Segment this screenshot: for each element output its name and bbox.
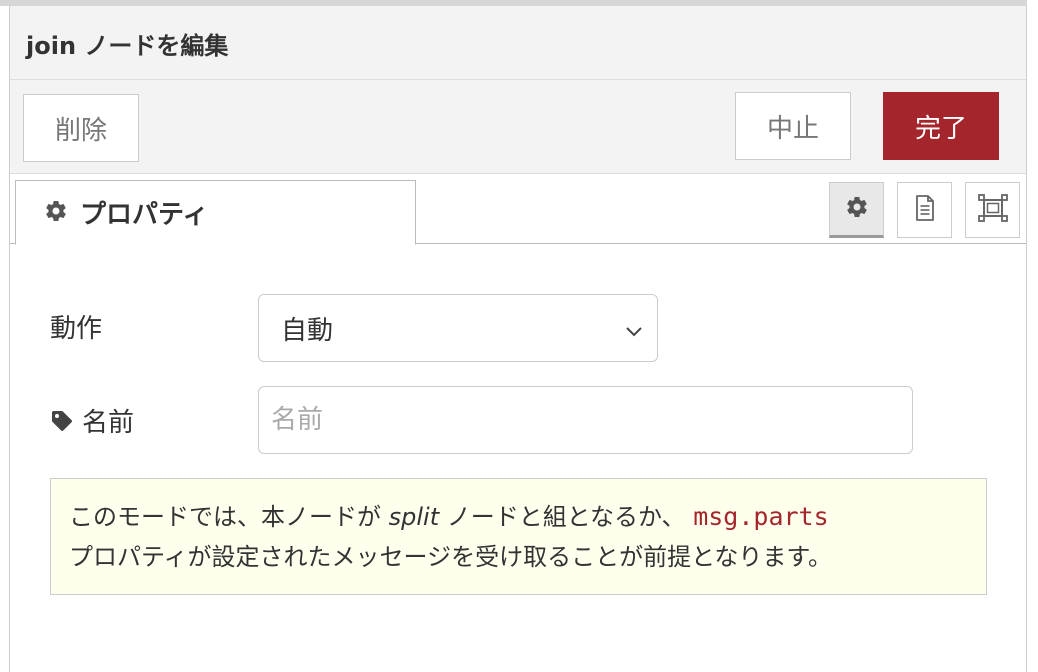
tab-bar: プロパティ	[10, 174, 1026, 245]
dialog-button-bar: 削除 中止 完了	[10, 80, 1026, 174]
dialog-title-bar: join ノードを編集	[10, 6, 1026, 80]
appearance-tab-button[interactable]	[965, 182, 1020, 238]
tag-icon	[50, 409, 74, 433]
tab-properties-label: プロパティ	[80, 200, 209, 230]
chevron-down-icon	[625, 317, 643, 347]
name-label-text: 名前	[82, 408, 135, 438]
description-tab-button[interactable]	[897, 182, 952, 238]
tab-properties[interactable]: プロパティ	[15, 180, 416, 245]
done-button[interactable]: 完了	[883, 92, 999, 160]
tip-code: msg.parts	[693, 502, 829, 531]
action-select-value: 自動	[281, 315, 334, 346]
action-label: 動作	[50, 314, 103, 344]
appearance-icon	[977, 193, 1009, 227]
description-icon	[913, 194, 937, 226]
dialog-title: join ノードを編集	[26, 32, 229, 60]
name-input[interactable]	[258, 386, 913, 454]
name-label: 名前	[50, 402, 134, 439]
right-strip	[1027, 0, 1038, 672]
node-settings-tab-button[interactable]	[829, 182, 884, 238]
action-select[interactable]: 自動	[258, 294, 658, 362]
gear-icon	[44, 199, 68, 227]
tip-text-2: ノードと組となるか、	[439, 503, 694, 531]
edit-dialog: join ノードを編集 削除 中止 完了 プロパティ 動作 自動 名前 名前 こ…	[9, 6, 1027, 672]
tip-text-3: プロパティが設定されたメッセージを受け取ることが前提となります。	[69, 543, 832, 571]
tip-box: このモードでは、本ノードが split ノードと組となるか、 msg.parts…	[50, 478, 987, 595]
delete-button[interactable]: 削除	[23, 94, 139, 162]
gear-icon	[845, 195, 869, 223]
tip-split: split	[388, 503, 440, 531]
tip-text-1: このモードでは、本ノードが	[69, 503, 389, 531]
cancel-button[interactable]: 中止	[735, 92, 851, 160]
